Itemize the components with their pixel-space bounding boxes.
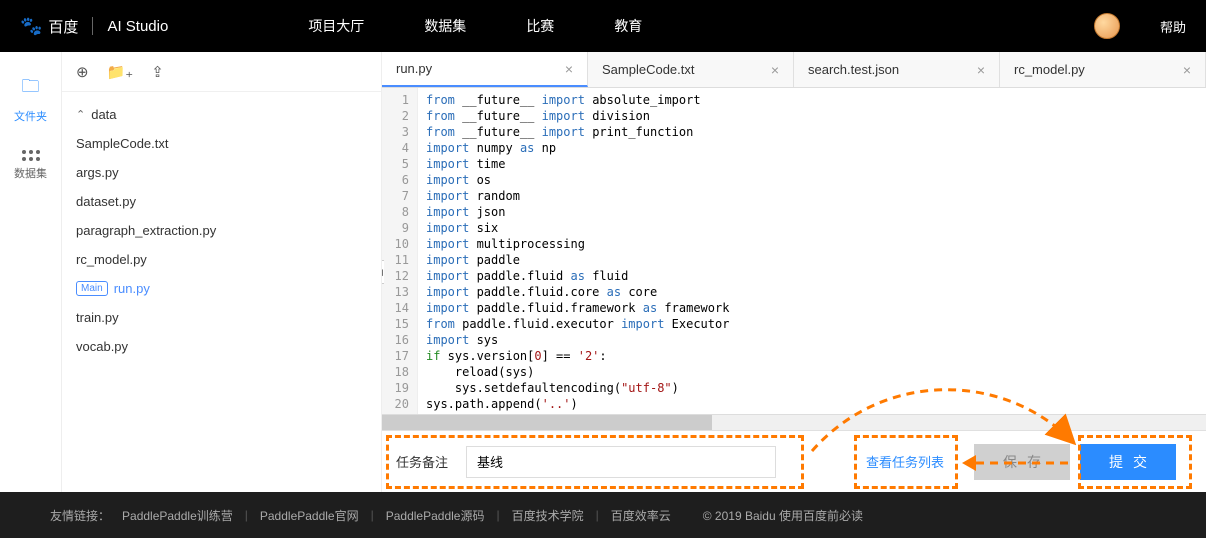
save-button[interactable]: 保存: [974, 444, 1070, 480]
line-gutter: 123456789101112131415161718192021222324: [382, 88, 418, 414]
tree-main-file-label: run.py: [114, 281, 150, 296]
logo[interactable]: 🐾 百度 AI Studio: [20, 16, 168, 37]
nav-datasets[interactable]: 数据集: [424, 16, 466, 36]
main-tag: Main: [76, 281, 108, 296]
rail-datasets-label: 数据集: [14, 165, 47, 181]
paw-icon: 🐾: [20, 16, 42, 37]
main-area: 🗀 文件夹 数据集 ⊕ 📁₊ ⇪ ⌃ data SampleCode.txt a…: [0, 52, 1206, 492]
tab-label: rc_model.py: [1014, 62, 1085, 77]
file-explorer: ⊕ 📁₊ ⇪ ⌃ data SampleCode.txt args.py dat…: [62, 52, 382, 492]
tree-file[interactable]: vocab.py: [62, 332, 381, 361]
tree-file[interactable]: SampleCode.txt: [62, 129, 381, 158]
nav-projects[interactable]: 项目大厅: [308, 16, 364, 36]
avatar[interactable]: [1094, 13, 1120, 39]
collapse-handle-icon[interactable]: ◀: [382, 260, 384, 284]
rail-datasets[interactable]: 数据集: [14, 150, 47, 181]
footer-link[interactable]: PaddlePaddle训练营: [122, 507, 233, 524]
tab-samplecode[interactable]: SampleCode.txt ×: [588, 52, 794, 87]
file-tree: ⌃ data SampleCode.txt args.py dataset.py…: [62, 92, 381, 369]
logo-studio-text: AI Studio: [107, 18, 168, 35]
nav-competitions[interactable]: 比赛: [526, 16, 554, 36]
new-folder-icon[interactable]: 📁₊: [107, 63, 134, 81]
tree-folder-label: data: [91, 107, 116, 122]
footer-prefix: 友情链接：: [50, 507, 110, 524]
tab-search-json[interactable]: search.test.json ×: [794, 52, 1000, 87]
close-icon[interactable]: ×: [1183, 62, 1191, 78]
submit-button[interactable]: 提交: [1080, 444, 1176, 480]
logo-divider: [92, 17, 93, 35]
view-tasks-link[interactable]: 查看任务列表: [866, 452, 944, 471]
tree-folder-data[interactable]: ⌃ data: [62, 100, 381, 129]
submit-bar: 任务备注 查看任务列表 保存 提交: [382, 430, 1206, 492]
close-icon[interactable]: ×: [771, 62, 779, 78]
tab-label: search.test.json: [808, 62, 899, 77]
nav-education[interactable]: 教育: [614, 16, 642, 36]
footer-copyright: © 2019 Baidu 使用百度前必读: [703, 507, 863, 524]
tree-file[interactable]: paragraph_extraction.py: [62, 216, 381, 245]
left-rail: 🗀 文件夹 数据集: [0, 52, 62, 492]
footer: 友情链接： PaddlePaddle训练营| PaddlePaddle官网| P…: [0, 492, 1206, 538]
new-file-icon[interactable]: ⊕: [76, 63, 89, 81]
remark-input[interactable]: [466, 446, 776, 478]
tree-file[interactable]: args.py: [62, 158, 381, 187]
horizontal-scrollbar[interactable]: [382, 414, 1206, 430]
file-toolbar: ⊕ 📁₊ ⇪: [62, 52, 381, 92]
close-icon[interactable]: ×: [977, 62, 985, 78]
top-nav: 项目大厅 数据集 比赛 教育: [308, 16, 642, 36]
tab-rc-model[interactable]: rc_model.py ×: [1000, 52, 1206, 87]
tab-label: SampleCode.txt: [602, 62, 695, 77]
footer-link[interactable]: PaddlePaddle源码: [386, 507, 485, 524]
code-editor[interactable]: ◀ 12345678910111213141516171819202122232…: [382, 88, 1206, 414]
tree-file[interactable]: dataset.py: [62, 187, 381, 216]
tree-file[interactable]: train.py: [62, 303, 381, 332]
folder-icon: 🗀: [22, 74, 40, 104]
top-right: 帮助: [1094, 13, 1186, 39]
editor-area: run.py × SampleCode.txt × search.test.json…: [382, 52, 1206, 492]
footer-link[interactable]: 百度技术学院: [512, 507, 584, 524]
rail-files-label: 文件夹: [14, 108, 47, 124]
tab-run-py[interactable]: run.py ×: [382, 52, 588, 87]
logo-baidu-text: 百度: [48, 16, 78, 37]
rail-files[interactable]: 🗀 文件夹: [14, 74, 47, 124]
tree-file[interactable]: rc_model.py: [62, 245, 381, 274]
tree-file-main[interactable]: Main run.py: [62, 274, 381, 303]
editor-tabs: run.py × SampleCode.txt × search.test.json…: [382, 52, 1206, 88]
code-content[interactable]: from __future__ import absolute_importfr…: [418, 88, 1206, 414]
top-navbar: 🐾 百度 AI Studio 项目大厅 数据集 比赛 教育 帮助: [0, 0, 1206, 52]
footer-link[interactable]: PaddlePaddle官网: [260, 507, 359, 524]
help-link[interactable]: 帮助: [1160, 17, 1186, 36]
caret-icon: ⌃: [76, 108, 85, 121]
close-icon[interactable]: ×: [565, 61, 573, 77]
tab-label: run.py: [396, 61, 432, 76]
remark-label: 任务备注: [396, 452, 448, 471]
scrollbar-thumb[interactable]: [382, 415, 712, 430]
upload-icon[interactable]: ⇪: [151, 63, 164, 81]
footer-link[interactable]: 百度效率云: [611, 507, 671, 524]
dataset-icon: [22, 150, 40, 161]
